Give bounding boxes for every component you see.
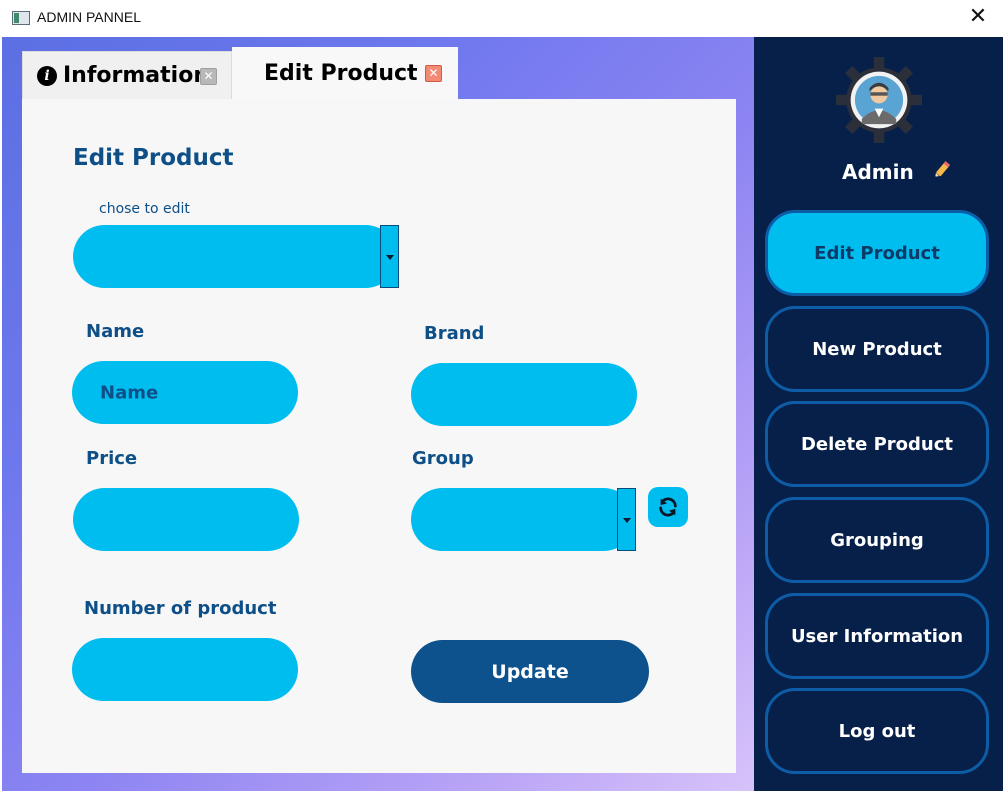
- price-label: Price: [86, 448, 138, 469]
- window-close-button[interactable]: ✕: [967, 6, 989, 28]
- app-window-icon: [12, 11, 30, 25]
- tab-edit-product-label: Edit Product: [264, 60, 418, 86]
- main-area: i Information ✕ Edit Product ✕ Edit Prod…: [2, 37, 754, 791]
- sidebar-item-grouping[interactable]: Grouping: [765, 497, 989, 583]
- sidebar-item-edit-product[interactable]: Edit Product: [765, 210, 989, 296]
- admin-avatar-gear-icon: [836, 57, 922, 143]
- tab-edit-product[interactable]: Edit Product ✕: [232, 47, 458, 99]
- chooser-label: chose to edit: [99, 201, 190, 217]
- edit-pencil-icon[interactable]: [932, 160, 952, 180]
- title-bar: ADMIN PANNEL ✕: [0, 0, 1003, 37]
- price-input[interactable]: [73, 488, 299, 551]
- chevron-down-icon[interactable]: [380, 225, 399, 288]
- group-select[interactable]: [411, 488, 635, 551]
- tab-edit-product-close-icon[interactable]: ✕: [425, 65, 442, 82]
- info-icon: i: [37, 65, 57, 86]
- refresh-button[interactable]: [648, 487, 688, 527]
- sidebar: Admin Edit Product New Product Delete Pr…: [754, 37, 1003, 791]
- sidebar-item-log-out[interactable]: Log out: [765, 688, 989, 774]
- edit-product-panel: Edit Product chose to edit Name Name Bra…: [22, 99, 736, 773]
- name-placeholder: Name: [100, 382, 159, 403]
- user-name: Admin: [842, 160, 914, 184]
- group-label: Group: [412, 448, 474, 469]
- name-label: Name: [86, 321, 145, 342]
- sidebar-item-delete-product[interactable]: Delete Product: [765, 401, 989, 487]
- tab-information-close-icon[interactable]: ✕: [200, 68, 217, 85]
- group-chevron-down-icon[interactable]: [617, 488, 636, 551]
- update-button[interactable]: Update: [411, 640, 649, 703]
- window-title: ADMIN PANNEL: [37, 9, 141, 25]
- count-label: Number of product: [84, 598, 277, 619]
- tab-information[interactable]: i Information ✕: [22, 51, 232, 99]
- refresh-icon: [659, 497, 677, 517]
- brand-input[interactable]: [411, 363, 637, 426]
- sidebar-item-new-product[interactable]: New Product: [765, 306, 989, 392]
- tab-information-label: Information: [63, 63, 209, 88]
- name-input[interactable]: Name: [72, 361, 298, 424]
- count-input[interactable]: [72, 638, 298, 701]
- product-chooser-select[interactable]: [73, 225, 397, 288]
- sidebar-item-user-information[interactable]: User Information: [765, 593, 989, 679]
- brand-label: Brand: [424, 323, 485, 344]
- page-title: Edit Product: [73, 145, 234, 171]
